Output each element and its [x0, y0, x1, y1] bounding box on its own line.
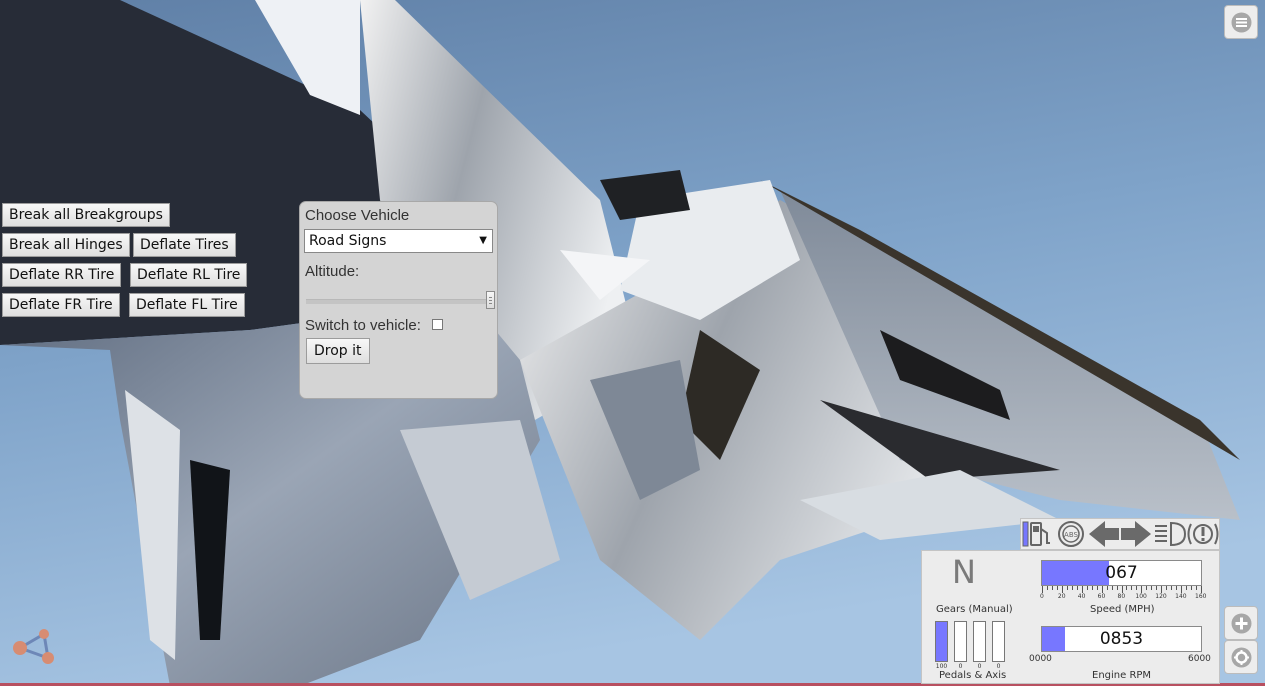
pedal-fill-throttle [936, 622, 947, 661]
pedal-bar-throttle [935, 621, 948, 662]
speed-tick-label: 140 [1175, 593, 1187, 600]
speed-tick-label: 120 [1155, 593, 1167, 600]
rpm-min-label: 0000 [1029, 654, 1052, 664]
indicator-strip: ABS [1020, 518, 1220, 550]
rpm-value: 0853 [1099, 629, 1144, 649]
pedal-bar-brake [954, 621, 967, 662]
speed-tick [1151, 586, 1153, 590]
zoom-in-icon [1231, 613, 1252, 634]
speed-value: 067 [1105, 563, 1138, 583]
rpm-gauge: 0853 [1041, 626, 1202, 652]
pedal-value-clutch: 0 [977, 663, 982, 670]
speed-tick [1046, 586, 1048, 590]
speed-tick [1066, 586, 1068, 590]
rpm-max-label: 6000 [1188, 654, 1211, 664]
speed-caption: Speed (MPH) [1090, 604, 1155, 615]
chevron-down-icon: ▼ [479, 235, 487, 246]
choose-vehicle-title: Choose Vehicle [305, 207, 410, 224]
deflate-tires-button[interactable]: Deflate Tires [133, 233, 236, 257]
switch-to-vehicle-checkbox[interactable] [432, 319, 443, 330]
speed-tick [1186, 586, 1188, 590]
pedal-value-throttle: 100 [935, 663, 948, 670]
gear-indicator: N [952, 553, 976, 591]
speed-tick [1116, 586, 1118, 590]
svg-text:ABS: ABS [1064, 531, 1078, 539]
headlight-icon [1155, 521, 1187, 547]
speed-tick [1141, 586, 1143, 593]
vehicle-select-value: Road Signs [309, 233, 387, 249]
speed-tick [1121, 586, 1123, 593]
vehicle-select[interactable]: Road Signs ▼ [304, 229, 493, 253]
speed-tick [1051, 586, 1053, 590]
speed-tick [1196, 586, 1198, 590]
left-turn-signal-icon [1089, 521, 1119, 547]
deflate-fr-tire-button[interactable]: Deflate FR Tire [2, 293, 120, 317]
speed-tick-label: 100 [1135, 593, 1147, 600]
deflate-fl-tire-button[interactable]: Deflate FL Tire [129, 293, 245, 317]
pedals-caption: Pedals & Axis [939, 670, 1007, 681]
right-turn-signal-icon [1121, 521, 1151, 547]
speed-tick [1146, 586, 1148, 590]
speed-tick [1106, 586, 1108, 590]
speed-tick [1201, 586, 1202, 593]
share-icon[interactable] [10, 626, 58, 668]
switch-to-vehicle-label: Switch to vehicle: [305, 317, 421, 334]
speed-tick-label: 40 [1077, 593, 1086, 600]
break-all-breakgroups-button[interactable]: Break all Breakgroups [2, 203, 170, 227]
settings-button[interactable] [1224, 640, 1258, 674]
warning-icon [1187, 523, 1219, 545]
vehicle-dashboard: N Gears (Manual) 067 0 20 40 60 80 100 120 140 1… [921, 550, 1220, 684]
fuel-icon [1022, 521, 1050, 547]
speed-tick [1171, 586, 1173, 590]
speed-tick [1071, 586, 1073, 590]
speed-tick [1161, 586, 1163, 593]
speed-tick [1111, 586, 1113, 590]
zoom-in-button[interactable] [1224, 606, 1258, 640]
abs-icon: ABS [1058, 521, 1084, 547]
speed-tick-label: 20 [1057, 593, 1066, 600]
speed-tick [1156, 586, 1158, 590]
menu-icon [1231, 12, 1252, 33]
speed-tick [1131, 586, 1133, 590]
speed-tick [1096, 586, 1098, 590]
speed-tick [1126, 586, 1128, 590]
speed-tick [1166, 586, 1168, 590]
speed-tick [1081, 586, 1083, 593]
speed-tick [1056, 586, 1058, 590]
speed-tick-label: 0 [1040, 593, 1044, 600]
deflate-rl-tire-button[interactable]: Deflate RL Tire [130, 263, 248, 287]
menu-button[interactable] [1224, 5, 1258, 39]
speed-tick-label: 80 [1117, 593, 1126, 600]
deflate-rr-tire-button[interactable]: Deflate RR Tire [2, 263, 122, 287]
speed-gauge: 067 [1041, 560, 1202, 586]
speed-tick [1086, 586, 1088, 590]
altitude-slider-track[interactable] [306, 299, 486, 304]
speed-tick [1042, 586, 1043, 593]
speed-tick [1176, 586, 1178, 590]
speed-tick [1136, 586, 1138, 590]
speed-tick-label: 160 [1195, 593, 1207, 600]
speed-tick [1191, 586, 1193, 590]
altitude-slider-thumb[interactable] [486, 291, 495, 309]
pedal-value-brake: 0 [958, 663, 963, 670]
rpm-caption: Engine RPM [1092, 670, 1152, 681]
choose-vehicle-panel: Choose Vehicle Road Signs ▼ Altitude: Sw… [299, 201, 498, 399]
speed-tick [1091, 586, 1093, 590]
speed-tick [1101, 586, 1103, 593]
pedal-bar-clutch [973, 621, 986, 662]
drop-it-button[interactable]: Drop it [306, 338, 370, 364]
speed-tick [1181, 586, 1183, 593]
pedal-bar-parking [992, 621, 1005, 662]
gears-caption: Gears (Manual) [936, 604, 1013, 615]
settings-icon [1231, 647, 1252, 668]
pedal-value-parking: 0 [996, 663, 1001, 670]
speed-tick-label: 60 [1097, 593, 1106, 600]
speed-tick [1076, 586, 1078, 590]
speed-tick [1061, 586, 1063, 593]
break-all-hinges-button[interactable]: Break all Hinges [2, 233, 130, 257]
altitude-label: Altitude: [305, 263, 360, 280]
